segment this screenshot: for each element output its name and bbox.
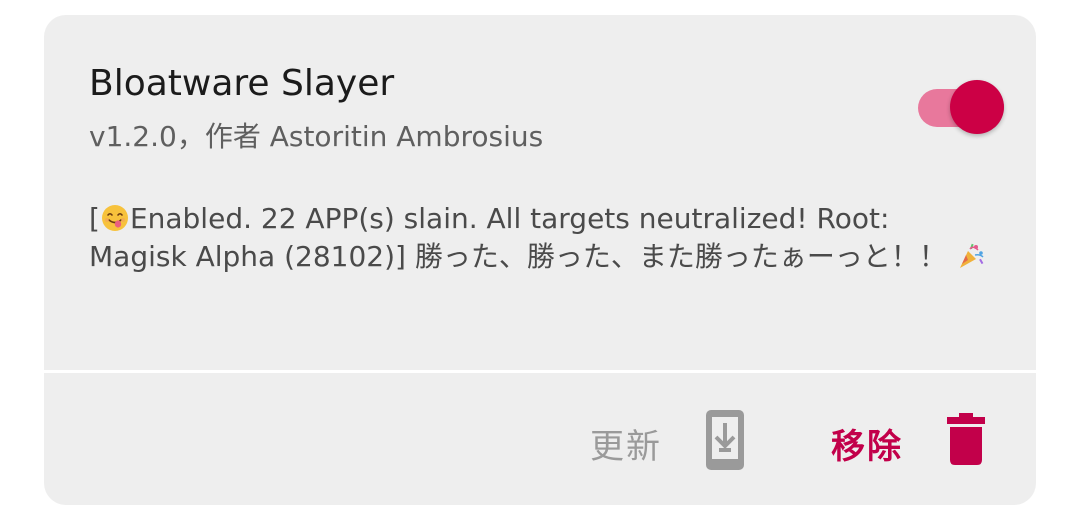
trash-icon[interactable] [946,412,986,466]
update-button-label[interactable]: 更新 [590,419,662,468]
module-subtitle: v1.2.0，作者 Astoritin Ambrosius [89,120,544,153]
module-title: Bloatware Slayer [89,63,395,104]
module-enable-toggle[interactable] [918,80,1004,136]
module-card: Bloatware Slayer v1.2.0，作者 Astoritin Amb… [44,15,1036,505]
remove-button-label[interactable]: 移除 [831,419,903,468]
smiling-face-with-tongue-emoji-icon [101,205,128,231]
card-divider [44,370,1036,373]
description-text: Enabled. 22 APP(s) slain. All targets ne… [89,202,947,273]
download-to-device-icon[interactable] [704,408,746,472]
party-popper-emoji-icon [959,243,984,268]
description-prefix: [ [89,202,100,235]
toggle-thumb [950,80,1004,134]
module-description: [ Enabled. 22 APP(s) slain. All targets … [89,200,989,276]
